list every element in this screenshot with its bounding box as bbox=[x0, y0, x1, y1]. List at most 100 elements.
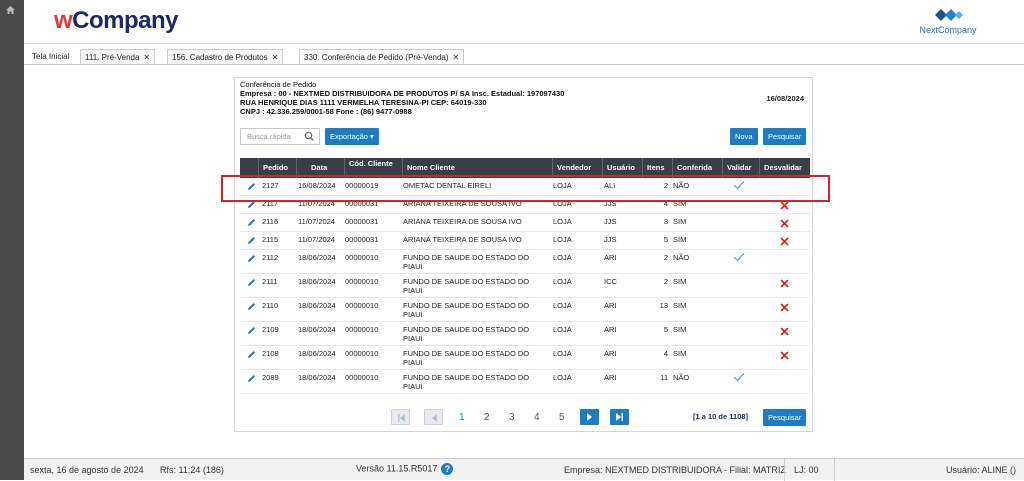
nova-button[interactable]: Nova bbox=[730, 128, 758, 145]
validar-check-icon[interactable] bbox=[733, 372, 745, 382]
cell-nome-cliente: ARIANA TEIXEIRA DE SOUSA IVO bbox=[403, 217, 522, 226]
cell-nome-cliente: FUNDO DE SAUDE DO ESTADO DO PIAUI bbox=[403, 301, 530, 319]
cell-pedido: 2110 bbox=[262, 301, 279, 310]
validar-check-icon[interactable] bbox=[733, 252, 745, 262]
next-page-button[interactable] bbox=[580, 409, 599, 425]
table-row[interactable]: 2089 18/06/2024 00000010 FUNDO DE SAUDE DO … bbox=[240, 370, 810, 394]
desvalidar-x-icon[interactable] bbox=[780, 201, 789, 210]
page-2[interactable]: 2 bbox=[484, 412, 490, 423]
desvalidar-x-icon[interactable] bbox=[780, 303, 789, 312]
desvalidar-x-icon[interactable] bbox=[780, 327, 789, 336]
cell-vendedor: LOJA bbox=[553, 235, 572, 244]
cell-cod-cliente: 00000010 bbox=[345, 325, 379, 334]
edit-pencil-icon[interactable] bbox=[247, 374, 256, 383]
desvalidar-x-icon[interactable] bbox=[780, 279, 789, 288]
cell-conferida: NÃO bbox=[673, 373, 690, 382]
cell-itens: 2 bbox=[663, 277, 668, 286]
cell-nome-cliente: ARIANA TEIXEIRA DE SOUSA IVO bbox=[403, 235, 522, 244]
table-row[interactable]: 2109 18/06/2024 00000010 FUNDO DE SAUDE DO … bbox=[240, 322, 810, 346]
last-page-icon bbox=[616, 413, 623, 421]
search-placeholder: Busca rápida bbox=[247, 132, 291, 141]
status-empresa: Empresa: NEXTMED DISTRIBUIDORA - Filial:… bbox=[564, 465, 786, 475]
cell-usuario: ARI bbox=[604, 349, 617, 358]
nextcompany-logo: NextCompany bbox=[918, 6, 978, 35]
table-row[interactable]: 2108 18/06/2024 00000010 FUNDO DE SAUDE DO … bbox=[240, 346, 810, 370]
pesquisar-button[interactable]: Pesquisar bbox=[763, 128, 807, 145]
close-icon[interactable]: ✕ bbox=[453, 53, 460, 62]
cell-usuario: ARI bbox=[604, 253, 617, 262]
endereco-line: RUA HENRIQUE DIAS 1111 VERMELHA TERESINA… bbox=[240, 98, 487, 107]
home-icon[interactable] bbox=[6, 6, 15, 16]
cell-conferida: SIM bbox=[673, 277, 687, 286]
edit-pencil-icon[interactable] bbox=[247, 278, 256, 287]
cell-data: 11/07/2024 bbox=[298, 217, 335, 226]
status-rfs: Rfs: 11:24 (186) bbox=[160, 465, 224, 475]
cell-vendedor: LOJA bbox=[553, 253, 572, 262]
cell-pedido: 2111 bbox=[262, 277, 278, 286]
app-header: wCompany NextCompany bbox=[24, 0, 1024, 44]
nextcompany-icon bbox=[935, 9, 963, 21]
cell-conferida: NÃO bbox=[673, 253, 690, 262]
cell-cod-cliente: 00000010 bbox=[345, 349, 379, 358]
cell-pedido: 2115 bbox=[262, 235, 279, 244]
exportacao-dropdown[interactable]: Exportação ▾ bbox=[325, 128, 379, 145]
first-page-icon bbox=[398, 414, 405, 422]
page-4[interactable]: 4 bbox=[534, 412, 540, 423]
cell-itens: 2 bbox=[663, 253, 668, 262]
close-icon[interactable]: ✕ bbox=[272, 53, 279, 62]
cell-nome-cliente: FUNDO DE SAUDE DO ESTADO DO PIAUI bbox=[403, 349, 530, 367]
tab-pre-venda[interactable]: 111. Pré-Venda ✕ bbox=[80, 49, 156, 64]
close-icon[interactable]: ✕ bbox=[143, 53, 150, 62]
cell-vendedor: LOJA bbox=[553, 373, 572, 382]
cell-pedido: 2116 bbox=[262, 217, 279, 226]
cell-conferida: SIM bbox=[673, 325, 687, 334]
cell-pedido: 2109 bbox=[262, 325, 279, 334]
cell-nome-cliente: FUNDO DE SAUDE DO ESTADO DO PIAUI bbox=[403, 277, 530, 295]
pager-pesquisar-button[interactable]: Pesquisar bbox=[763, 409, 807, 426]
desvalidar-x-icon[interactable] bbox=[780, 237, 789, 246]
cell-usuario: JJS bbox=[604, 235, 617, 244]
wcompany-logo: wCompany bbox=[54, 7, 179, 34]
page-1[interactable]: 1 bbox=[459, 412, 465, 423]
help-icon[interactable]: ? bbox=[441, 463, 454, 475]
tab-conferencia-pedido[interactable]: 330. Conferência de Pedido (Pré-Venda) ✕ bbox=[299, 49, 465, 64]
cell-pedido: 2112 bbox=[262, 253, 279, 262]
edit-pencil-icon[interactable] bbox=[247, 218, 256, 227]
edit-pencil-icon[interactable] bbox=[247, 350, 256, 359]
edit-pencil-icon[interactable] bbox=[247, 302, 256, 311]
nextcompany-label: NextCompany bbox=[919, 25, 977, 35]
cell-vendedor: LOJA bbox=[553, 217, 572, 226]
cell-conferida: SIM bbox=[673, 349, 687, 358]
page-5[interactable]: 5 bbox=[559, 412, 565, 423]
search-icon[interactable] bbox=[304, 131, 314, 141]
table-row[interactable]: 2111 18/06/2024 00000010 FUNDO DE SAUDE DO … bbox=[240, 274, 810, 298]
cell-nome-cliente: FUNDO DE SAUDE DO ESTADO DO PIAUI bbox=[403, 253, 530, 271]
panel-title: Conferência de Pedido bbox=[240, 80, 317, 89]
cell-nome-cliente: FUNDO DE SAUDE DO ESTADO DO PIAUI bbox=[403, 325, 530, 343]
table-row[interactable]: 2112 18/06/2024 00000010 FUNDO DE SAUDE DO … bbox=[240, 250, 810, 274]
cell-conferida: SIM bbox=[673, 301, 687, 310]
tab-tela-inicial[interactable]: Tela Inicial bbox=[28, 49, 73, 64]
cell-usuario: ARI bbox=[604, 301, 617, 310]
table-row[interactable]: 2115 11/07/2024 00000031 ARIANA TEIXEIRA DE… bbox=[240, 232, 810, 250]
cell-vendedor: LOJA bbox=[553, 301, 572, 310]
prev-page-button[interactable] bbox=[424, 409, 443, 425]
quick-search-input[interactable]: Busca rápida bbox=[240, 128, 320, 145]
table-row[interactable]: 2116 11/07/2024 00000031 ARIANA TEIXEIRA DE… bbox=[240, 214, 810, 232]
desvalidar-x-icon[interactable] bbox=[780, 219, 789, 228]
edit-pencil-icon[interactable] bbox=[247, 254, 256, 263]
table-row[interactable]: 2110 18/06/2024 00000010 FUNDO DE SAUDE DO … bbox=[240, 298, 810, 322]
desvalidar-x-icon[interactable] bbox=[780, 351, 789, 360]
edit-pencil-icon[interactable] bbox=[247, 236, 256, 245]
tab-cadastro-produtos[interactable]: 156. Cadastro de Produtos ✕ bbox=[167, 49, 284, 64]
edit-pencil-icon[interactable] bbox=[247, 326, 256, 335]
highlight-box bbox=[221, 175, 830, 202]
cell-cod-cliente: 00000031 bbox=[345, 235, 379, 244]
cell-pedido: 2089 bbox=[262, 373, 279, 382]
cell-usuario: ICC bbox=[604, 277, 617, 286]
chevron-down-icon: ▾ bbox=[370, 132, 374, 141]
page-3[interactable]: 3 bbox=[509, 412, 515, 423]
last-page-button[interactable] bbox=[610, 409, 629, 425]
first-page-button[interactable] bbox=[391, 409, 410, 425]
cell-data: 18/06/2024 bbox=[298, 373, 336, 382]
